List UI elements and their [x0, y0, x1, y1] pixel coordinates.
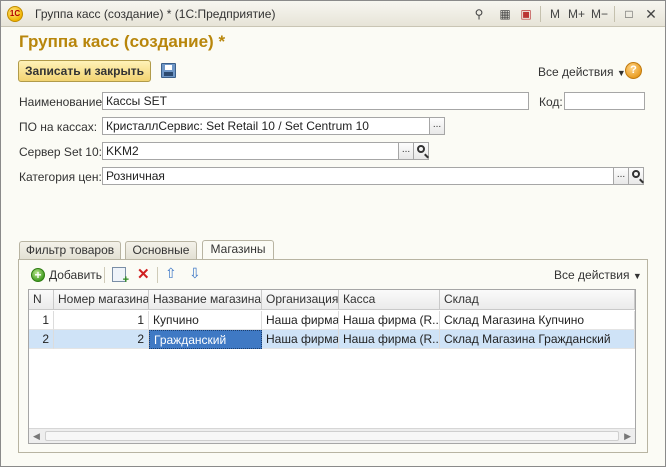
price-category-label: Категория цен:	[19, 170, 102, 184]
table-cell[interactable]: Склад Магазина Купчино	[440, 311, 635, 330]
table-cell[interactable]: Купчино	[149, 311, 262, 330]
help-icon[interactable]: ?	[625, 62, 642, 79]
title-bar: 1С Группа касс (создание) * (1С:Предприя…	[1, 1, 665, 27]
calendar-icon[interactable]: ▣	[518, 5, 534, 23]
all-actions-menu[interactable]: Все действия ▼	[538, 65, 626, 79]
window-title: Группа касс (создание) * (1С:Предприятие…	[35, 7, 276, 21]
horizontal-scrollbar[interactable]: ◀ ▶	[29, 428, 635, 443]
move-up-icon[interactable]: ⇧	[165, 265, 177, 282]
table-cell-focused[interactable]: Гражданский	[149, 330, 262, 349]
table-cell[interactable]: Склад Магазина Гражданский	[440, 330, 635, 349]
move-down-icon[interactable]: ⇩	[189, 265, 201, 282]
column-header[interactable]: Название магазина	[149, 290, 262, 310]
table-cell[interactable]: 2	[29, 330, 54, 349]
table-cell[interactable]: Наша фирма	[262, 330, 339, 349]
link-icon[interactable]: ⚲	[471, 5, 487, 23]
tab-product-filter[interactable]: Фильтр товаров	[19, 241, 121, 260]
table-all-actions-menu[interactable]: Все действия ▼	[554, 268, 642, 282]
delete-icon[interactable]: ✕	[137, 265, 150, 283]
toolbar-separator	[614, 6, 615, 22]
memory-minus-button[interactable]: M−	[591, 5, 608, 23]
app-logo-icon[interactable]: 1С	[7, 6, 23, 22]
table-cell[interactable]: Наша фирма (R...	[339, 311, 440, 330]
scroll-right-icon[interactable]: ▶	[624, 431, 631, 442]
magnifier-icon	[417, 145, 425, 153]
name-field[interactable]: Кассы SET	[102, 92, 529, 110]
price-category-select-button[interactable]: ...	[613, 167, 629, 185]
tab-main[interactable]: Основные	[125, 241, 197, 260]
stores-table[interactable]: N Номер магазина Название магазина Орган…	[28, 289, 636, 444]
server-select-button[interactable]: ...	[398, 142, 414, 160]
toolbar-separator	[104, 267, 105, 283]
all-actions-label: Все действия	[538, 65, 614, 79]
code-field[interactable]	[564, 92, 645, 110]
page-title: Группа касс (создание) *	[19, 32, 226, 51]
column-header[interactable]: Номер магазина	[54, 290, 149, 310]
column-header[interactable]: N	[29, 290, 54, 310]
price-category-open-button[interactable]	[628, 167, 644, 185]
table-cell[interactable]: Наша фирма (R...	[339, 330, 440, 349]
po-label: ПО на кассах:	[19, 120, 98, 134]
memory-button[interactable]: M	[547, 5, 563, 23]
close-icon[interactable]: ✕	[643, 5, 659, 23]
server-field[interactable]: KKM2	[102, 142, 399, 160]
scroll-left-icon[interactable]: ◀	[33, 431, 40, 442]
all-actions-label: Все действия	[554, 268, 630, 282]
memory-plus-button[interactable]: M+	[568, 5, 585, 23]
column-header[interactable]: Касса	[339, 290, 440, 310]
po-field[interactable]: КристаллСервис: Set Retail 10 / Set Cent…	[102, 117, 430, 135]
table-cell[interactable]: 2	[54, 330, 149, 349]
save-icon[interactable]	[161, 63, 176, 78]
column-header[interactable]: Склад	[440, 290, 635, 310]
magnifier-icon	[632, 170, 640, 178]
po-select-button[interactable]: ...	[429, 117, 445, 135]
table-cell[interactable]: 1	[29, 311, 54, 330]
table-cell[interactable]: Наша фирма	[262, 311, 339, 330]
add-icon[interactable]: +	[31, 268, 45, 282]
scrollbar-thumb[interactable]	[45, 431, 619, 441]
server-label: Сервер Set 10:	[19, 145, 102, 159]
calculator-icon[interactable]: ▦	[497, 5, 513, 23]
maximize-icon[interactable]: □	[621, 5, 637, 23]
code-label: Код:	[539, 95, 563, 109]
copy-icon[interactable]	[112, 267, 129, 286]
table-cell[interactable]: 1	[54, 311, 149, 330]
name-label: Наименование:	[19, 95, 106, 109]
price-category-field[interactable]: Розничная	[102, 167, 614, 185]
server-open-button[interactable]	[413, 142, 429, 160]
column-header[interactable]: Организация	[262, 290, 339, 310]
chevron-down-icon: ▼	[632, 271, 642, 281]
toolbar-separator	[157, 267, 158, 283]
save-and-close-button[interactable]: Записать и закрыть	[18, 60, 151, 82]
toolbar-separator	[540, 6, 541, 22]
add-button[interactable]: Добавить	[49, 268, 102, 282]
app-window: 1С Группа касс (создание) * (1С:Предприя…	[0, 0, 666, 467]
tab-stores[interactable]: Магазины	[202, 240, 274, 260]
